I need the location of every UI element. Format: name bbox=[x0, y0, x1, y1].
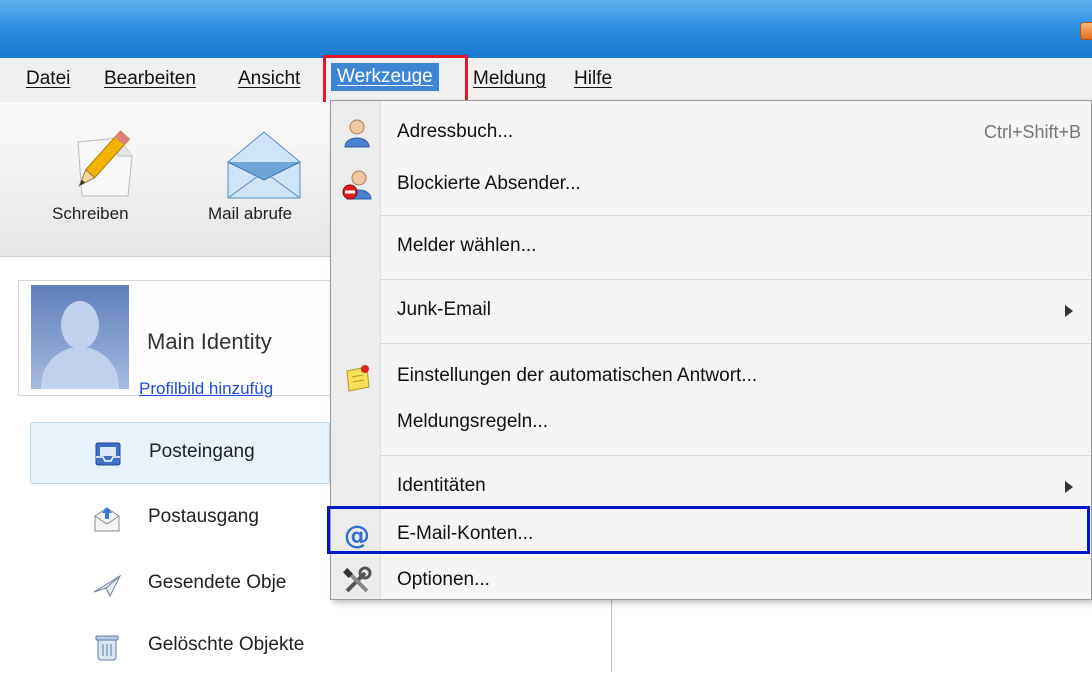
folder-outbox[interactable]: Postausgang bbox=[30, 488, 330, 550]
menu-separator bbox=[381, 455, 1091, 456]
menu-bearbeiten[interactable]: Bearbeiten bbox=[104, 68, 196, 90]
menu-item-label: Melder wählen... bbox=[397, 235, 537, 256]
pencil-icon bbox=[77, 130, 133, 197]
identity-name: Main Identity bbox=[147, 329, 272, 354]
menu-meldung[interactable]: Meldung bbox=[473, 68, 546, 90]
menu-item-label: Adressbuch... bbox=[397, 121, 514, 142]
inbox-icon bbox=[95, 442, 121, 466]
submenu-arrow-icon bbox=[1065, 481, 1073, 493]
tools-icon bbox=[343, 566, 372, 593]
folder-deleted[interactable]: Gelöschte Objekte bbox=[30, 616, 330, 678]
autoreply-icon bbox=[346, 365, 370, 392]
add-profile-picture-link[interactable]: Profilbild hinzufüg bbox=[139, 379, 273, 399]
menubar: Datei Bearbeiten Ansicht Werkzeuge Meldu… bbox=[0, 58, 1092, 102]
get-mail-button[interactable]: Mail abrufe bbox=[200, 118, 330, 244]
folder-inbox[interactable]: Posteingang bbox=[30, 422, 330, 484]
main-toolbar: Schreiben Mail abrufe bbox=[0, 102, 330, 257]
compose-label: Schreiben bbox=[52, 204, 129, 223]
menu-item-melder-waehlen[interactable]: Melder wählen... bbox=[331, 221, 1091, 275]
folder-label: Posteingang bbox=[149, 441, 255, 462]
menu-item-label: Meldungsregeln... bbox=[397, 411, 549, 432]
menu-ansicht[interactable]: Ansicht bbox=[238, 68, 300, 90]
menu-item-junk-email[interactable]: Junk-Email bbox=[331, 285, 1091, 339]
addressbook-icon bbox=[344, 119, 370, 148]
menu-datei[interactable]: Datei bbox=[26, 68, 70, 90]
menu-item-label: Identitäten bbox=[397, 475, 486, 496]
menu-separator bbox=[381, 215, 1091, 216]
folder-sent[interactable]: Gesendete Obje bbox=[30, 554, 330, 616]
identity-card: Main Identity Profilbild hinzufüg bbox=[18, 280, 338, 399]
close-window-icon[interactable] bbox=[1080, 22, 1092, 40]
menu-item-label: Optionen... bbox=[397, 569, 490, 590]
menu-separator bbox=[381, 279, 1091, 280]
trash-icon bbox=[95, 635, 119, 661]
menu-item-blockierte-absender[interactable]: Blockierte Absender... bbox=[331, 159, 1091, 213]
blocked-senders-icon bbox=[342, 170, 372, 200]
folder-label: Gesendete Obje bbox=[148, 572, 287, 593]
avatar bbox=[31, 285, 129, 389]
menu-item-label: Blockierte Absender... bbox=[397, 173, 581, 194]
compose-button[interactable]: Schreiben bbox=[40, 118, 160, 244]
folder-label: Postausgang bbox=[148, 506, 259, 527]
sent-icon bbox=[93, 574, 122, 598]
get-mail-label: Mail abrufe bbox=[208, 204, 293, 223]
window-titlebar bbox=[0, 0, 1092, 58]
menu-item-adressbuch[interactable]: Adressbuch... Ctrl+Shift+B bbox=[331, 107, 1091, 161]
menu-item-label: Einstellungen der automatischen Antwort.… bbox=[397, 365, 758, 386]
menu-item-shortcut: Ctrl+Shift+B bbox=[983, 122, 1081, 142]
email-konten-highlight-box bbox=[327, 506, 1090, 554]
menu-hilfe[interactable]: Hilfe bbox=[574, 68, 612, 90]
menu-item-label: Junk-Email bbox=[397, 299, 491, 320]
submenu-arrow-icon bbox=[1065, 305, 1073, 317]
menu-separator bbox=[381, 343, 1091, 344]
envelope-icon bbox=[227, 131, 301, 199]
folder-label: Gelöschte Objekte bbox=[148, 634, 305, 655]
menu-item-meldungsregeln[interactable]: Meldungsregeln... bbox=[331, 397, 1091, 451]
menu-item-optionen[interactable]: Optionen... bbox=[331, 555, 1091, 609]
outbox-icon bbox=[94, 507, 120, 532]
